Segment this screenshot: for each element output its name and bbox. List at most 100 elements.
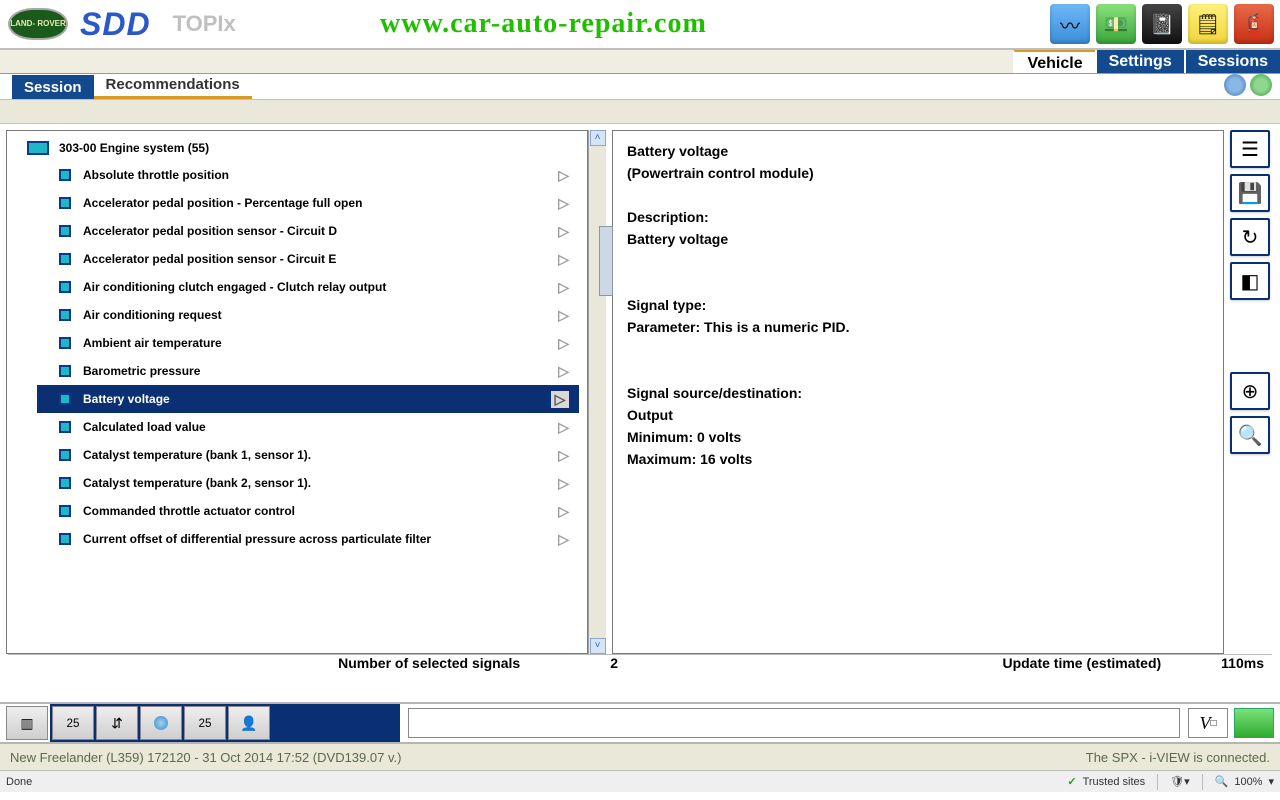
refresh-button[interactable]: ↻: [1230, 218, 1270, 256]
voltage-button[interactable]: V□: [1188, 708, 1228, 738]
signal-icon: [59, 533, 71, 545]
security-zone: Trusted sites: [1083, 776, 1146, 788]
expand-icon[interactable]: ▷: [558, 279, 569, 296]
tree-item[interactable]: Current offset of differential pressure …: [37, 525, 579, 553]
subtab-recommendations[interactable]: Recommendations: [94, 72, 252, 99]
tree-category[interactable]: 303-00 Engine system (55): [27, 141, 579, 155]
expand-icon[interactable]: ▷: [558, 195, 569, 212]
tree-item-label: Catalyst temperature (bank 1, sensor 1).: [83, 448, 311, 462]
tree-item[interactable]: Battery voltage ▷: [37, 385, 579, 413]
tool-speed-25-button[interactable]: 25: [52, 706, 94, 740]
tree-item[interactable]: Air conditioning request▷: [37, 301, 579, 329]
check-icon: ✓: [1067, 775, 1076, 788]
inspect-button[interactable]: 🔍: [1230, 416, 1270, 454]
command-input[interactable]: [408, 708, 1180, 738]
tree-item[interactable]: Ambient air temperature ▷: [37, 329, 579, 357]
scroll-thumb[interactable]: [599, 226, 613, 296]
tools-icon[interactable]: 🧯: [1234, 4, 1274, 44]
detail-desc: Battery voltage: [627, 229, 1209, 249]
tree-item-label: Current offset of differential pressure …: [83, 532, 431, 546]
tree-scrollbar[interactable]: ˄ ˅: [588, 130, 606, 654]
tool-group: 25 ⇵ 25 👤: [50, 704, 400, 742]
expand-icon[interactable]: ▷: [558, 475, 569, 492]
detail-min: Minimum: 0 volts: [627, 427, 1209, 447]
signal-tree: 303-00 Engine system (55) Absolute throt…: [6, 130, 588, 654]
expand-icon[interactable]: ▷: [558, 335, 569, 352]
tab-sessions[interactable]: Sessions: [1184, 50, 1280, 73]
tree-item[interactable]: Catalyst temperature (bank 2, sensor 1).…: [37, 469, 579, 497]
signal-icon: [59, 225, 71, 237]
detail-max: Maximum: 16 volts: [627, 449, 1209, 469]
tree-item[interactable]: Accelerator pedal position sensor - Circ…: [37, 245, 579, 273]
protected-mode-icon[interactable]: 🛡▾: [1170, 775, 1190, 788]
zoom-level[interactable]: 100%: [1234, 776, 1262, 788]
tree-item-label: Commanded throttle actuator control: [83, 504, 295, 518]
topix-link[interactable]: TOPIx: [173, 11, 236, 37]
config-button[interactable]: ⊕: [1230, 372, 1270, 410]
expand-icon[interactable]: ▷: [558, 503, 569, 520]
diagnostics-icon[interactable]: 〰: [1050, 4, 1090, 44]
tree-item[interactable]: Accelerator pedal position - Percentage …: [37, 189, 579, 217]
tree-item-label: Calculated load value: [83, 420, 206, 434]
signal-icon: [59, 197, 71, 209]
page-status: Done: [6, 776, 32, 788]
detail-src-label: Signal source/destination:: [627, 383, 1209, 403]
tab-settings[interactable]: Settings: [1095, 50, 1184, 73]
notes-icon[interactable]: 📓: [1142, 4, 1182, 44]
tree-item[interactable]: Catalyst temperature (bank 1, sensor 1).…: [37, 441, 579, 469]
expand-icon[interactable]: ▷: [558, 307, 569, 324]
zoom-icon[interactable]: 🔍: [1215, 775, 1229, 788]
subtab-session[interactable]: Session: [12, 75, 94, 99]
battery-icon[interactable]: [1234, 708, 1274, 738]
tree-item-label: Catalyst temperature (bank 2, sensor 1).: [83, 476, 311, 490]
signal-icon: [59, 253, 71, 265]
tool-globe-button[interactable]: [140, 706, 182, 740]
signal-icon: [59, 449, 71, 461]
expand-icon[interactable]: ▷: [558, 447, 569, 464]
zoom-dropdown-icon[interactable]: ▾: [1268, 775, 1274, 788]
tree-item[interactable]: Calculated load value ▷: [37, 413, 579, 441]
expand-icon[interactable]: ▷: [551, 391, 569, 408]
tree-item[interactable]: Accelerator pedal position sensor - Circ…: [37, 217, 579, 245]
expand-icon[interactable]: ▷: [558, 251, 569, 268]
status-dot-icon[interactable]: [1250, 74, 1272, 96]
tree-item-label: Accelerator pedal position sensor - Circ…: [83, 224, 337, 238]
tree-item-label: Battery voltage: [83, 392, 170, 406]
summary-bar: Number of selected signals 2 Update time…: [8, 654, 1272, 676]
detail-sigtype-label: Signal type:: [627, 295, 1209, 315]
sticky-note-icon[interactable]: 🗒: [1188, 4, 1228, 44]
tree-item-label: Ambient air temperature: [83, 336, 222, 350]
vehicle-info: New Freelander (L359) 172120 - 31 Oct 20…: [10, 750, 401, 765]
erase-button[interactable]: ◧: [1230, 262, 1270, 300]
tree-item-label: Accelerator pedal position - Percentage …: [83, 196, 362, 210]
tree-item-label: Accelerator pedal position sensor - Circ…: [83, 252, 336, 266]
tab-vehicle[interactable]: Vehicle: [1013, 50, 1094, 73]
scroll-down-icon[interactable]: ˅: [590, 638, 606, 654]
tree-item-label: Barometric pressure: [83, 364, 200, 378]
tree-item[interactable]: Absolute throttle position▷: [37, 161, 579, 189]
tool-speed-alt-button[interactable]: 25: [184, 706, 226, 740]
signal-icon: [59, 477, 71, 489]
tool-user-button[interactable]: 👤: [228, 706, 270, 740]
scroll-up-icon[interactable]: ˄: [590, 130, 606, 146]
side-toolbar: ☰ 💾 ↻ ◧ ⊕ 🔍: [1230, 130, 1274, 654]
save-button[interactable]: 💾: [1230, 174, 1270, 212]
expand-icon[interactable]: ▷: [558, 531, 569, 548]
list-view-button[interactable]: ☰: [1230, 130, 1270, 168]
tree-item[interactable]: Barometric pressure ▷: [37, 357, 579, 385]
separator-strip: [0, 100, 1280, 124]
tree-item[interactable]: Commanded throttle actuator control ▷: [37, 497, 579, 525]
main-tabs: Vehicle Settings Sessions: [0, 50, 1280, 74]
expand-icon[interactable]: ▷: [558, 363, 569, 380]
money-icon[interactable]: 💵: [1096, 4, 1136, 44]
expand-icon[interactable]: ▷: [558, 223, 569, 240]
expand-icon[interactable]: ▷: [558, 419, 569, 436]
tree-item[interactable]: Air conditioning clutch engaged - Clutch…: [37, 273, 579, 301]
update-time-value: 110ms: [1221, 655, 1264, 676]
camera-icon[interactable]: [1224, 74, 1246, 96]
tool-signals-button[interactable]: ⇵: [96, 706, 138, 740]
tool-panel-button[interactable]: ▥: [6, 706, 48, 740]
work-area: 303-00 Engine system (55) Absolute throt…: [0, 124, 1280, 654]
expand-icon[interactable]: ▷: [558, 167, 569, 184]
detail-title: Battery voltage: [627, 141, 1209, 161]
